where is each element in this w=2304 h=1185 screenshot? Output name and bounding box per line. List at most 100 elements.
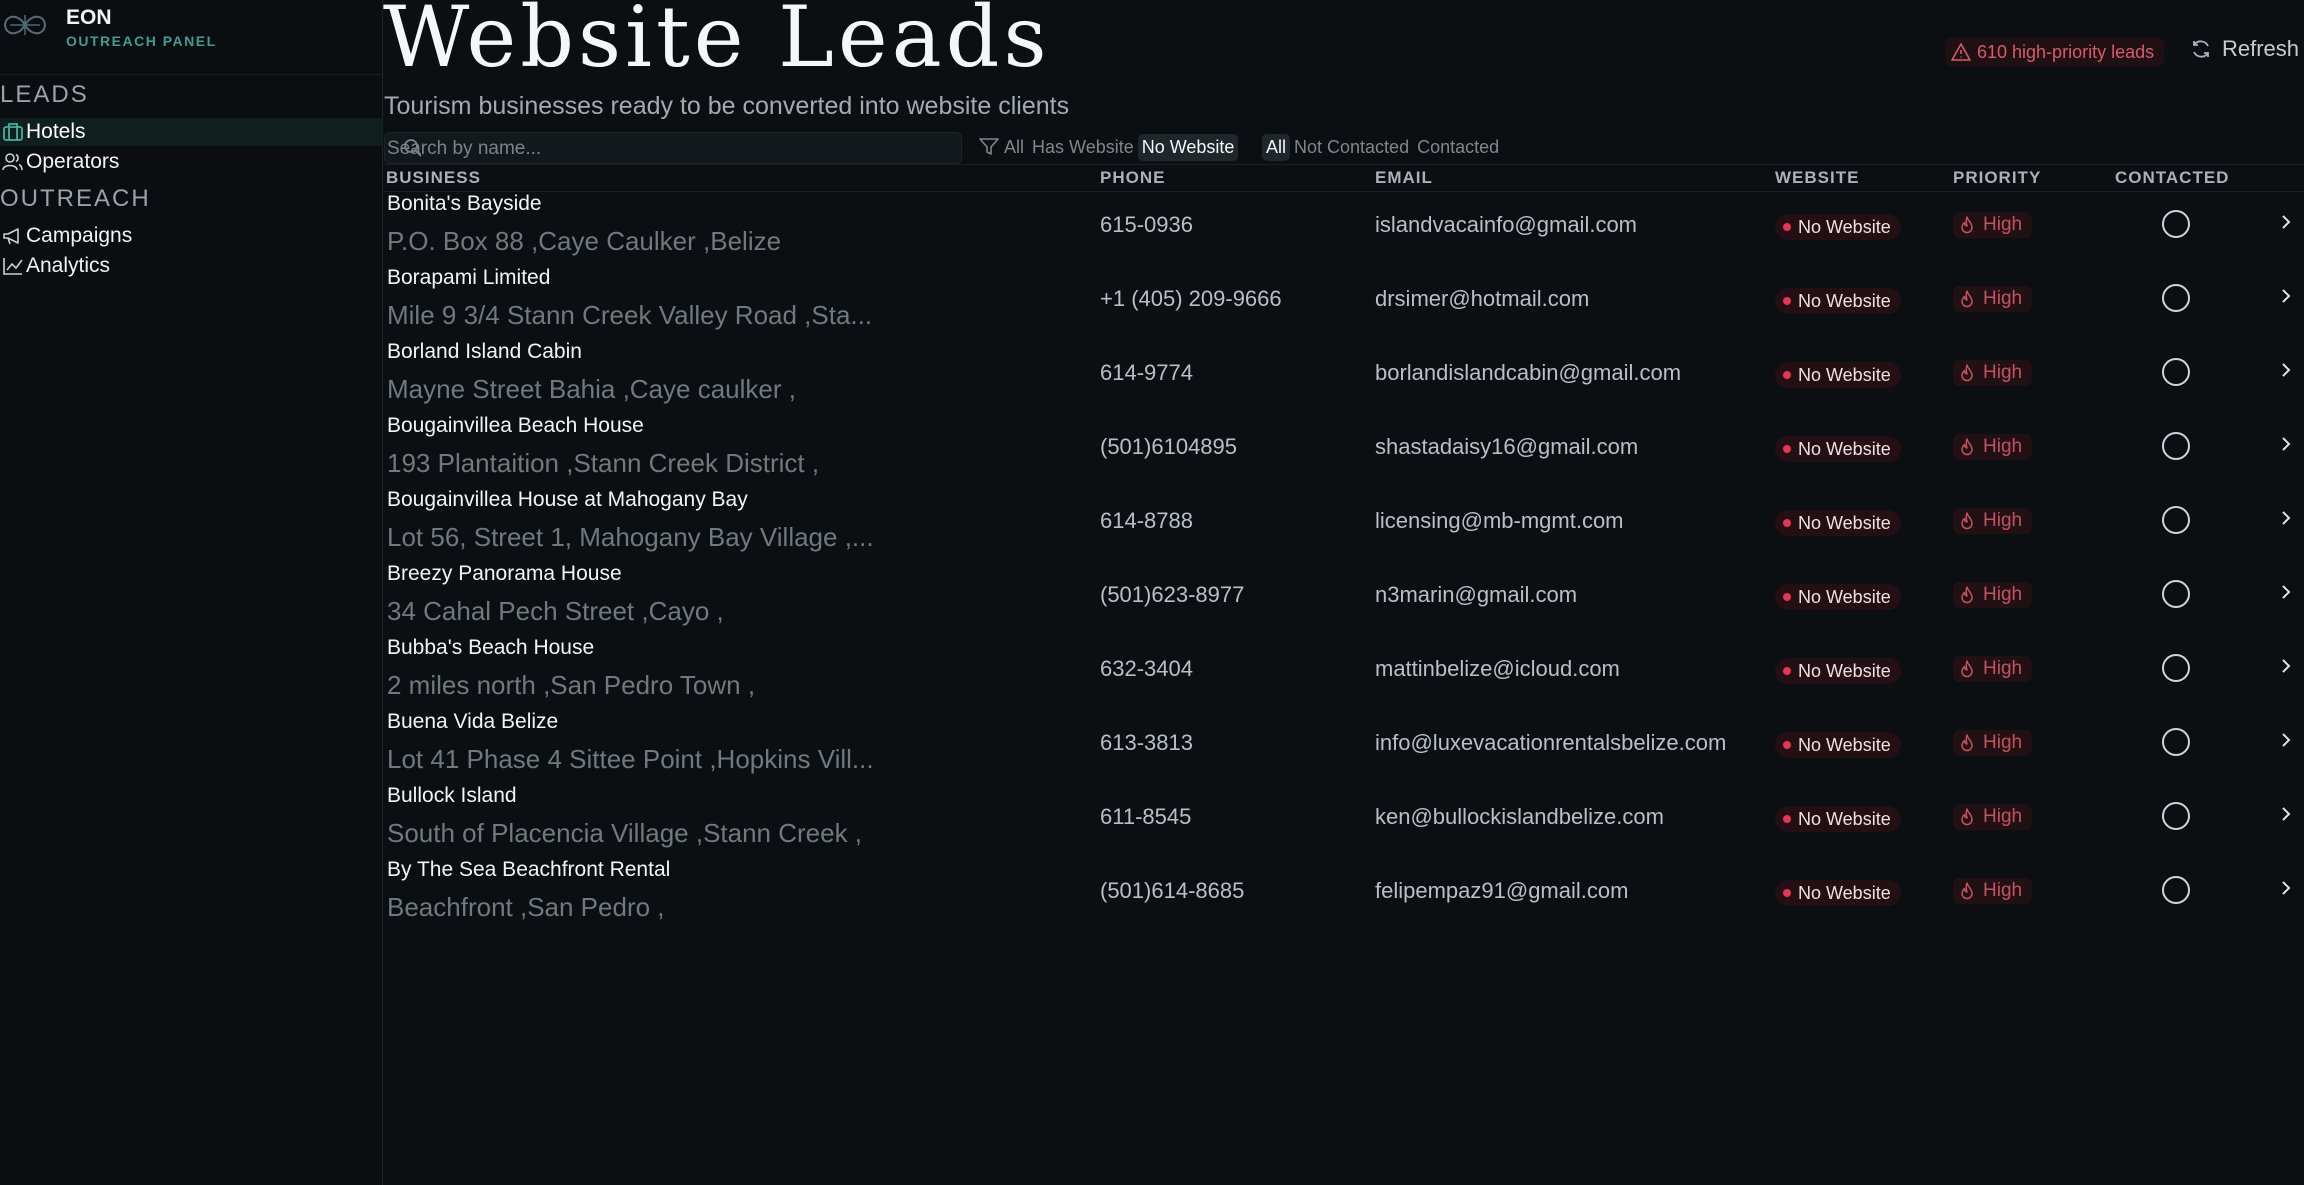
phone-cell: (501)623-8977 (1100, 582, 1245, 607)
filter-not-contacted[interactable]: Not Contacted (1290, 134, 1413, 161)
business-name: Breezy Panorama House (387, 562, 622, 585)
chevron-right-icon[interactable] (2279, 358, 2293, 382)
table-row[interactable]: Borapami Limited Mile 9 3/4 Stann Creek V… (383, 266, 2304, 340)
website-status-text: No Website (1798, 660, 1891, 681)
business-name: Bougainvillea Beach House (387, 414, 644, 437)
sidebar-item-operators[interactable]: Operators (0, 148, 382, 176)
refresh-label: Refresh (2222, 36, 2300, 61)
website-status-text: No Website (1798, 290, 1891, 311)
business-address: Lot 56, Street 1, Mahogany Bay Village ,… (387, 522, 874, 552)
business-name: Borland Island Cabin (387, 340, 582, 363)
priority-text: High (1983, 880, 2023, 901)
contacted-toggle[interactable] (2162, 728, 2190, 756)
sidebar-item-label: Campaigns (26, 224, 133, 247)
flame-icon (1961, 586, 1973, 604)
table-row[interactable]: Buena Vida Belize Lot 41 Phase 4 Sittee P… (383, 710, 2304, 784)
email-cell: drsimer@hotmail.com (1375, 286, 1590, 311)
high-priority-alert-badge: 610 high-priority leads (1945, 37, 2165, 67)
flame-icon (1961, 808, 1973, 826)
status-dot (1783, 667, 1791, 675)
users-icon (0, 150, 26, 174)
column-header-priority[interactable]: PRIORITY (1953, 168, 2041, 188)
flame-icon (1961, 290, 1973, 308)
contacted-toggle[interactable] (2162, 284, 2190, 312)
chevron-right-icon[interactable] (2279, 728, 2293, 752)
table-row[interactable]: Bougainvillea House at Mahogany Bay Lot 5… (383, 488, 2304, 562)
column-header-email[interactable]: EMAIL (1375, 168, 1433, 188)
chevron-right-icon[interactable] (2279, 802, 2293, 826)
filter-no-website[interactable]: No Website (1137, 133, 1239, 161)
priority-badge: High (1953, 360, 2033, 386)
table-row[interactable]: Bubba's Beach House 2 miles north ,San Pe… (383, 636, 2304, 710)
column-header-phone[interactable]: PHONE (1100, 168, 1165, 188)
business-address: South of Placencia Village ,Stann Creek … (387, 818, 863, 848)
sidebar-section-leads: LEADS (0, 81, 89, 108)
column-header-contacted[interactable]: CONTACTED (2115, 168, 2229, 188)
business-address: 193 Plantaition ,Stann Creek District , (387, 448, 820, 478)
chevron-right-icon[interactable] (2279, 580, 2293, 604)
email-cell: mattinbelize@icloud.com (1375, 656, 1620, 681)
chevron-right-icon[interactable] (2279, 654, 2293, 678)
priority-text: High (1983, 806, 2023, 827)
sidebar-item-label: Analytics (26, 254, 111, 277)
warning-icon (1951, 43, 1971, 61)
phone-cell: (501)614-8685 (1100, 878, 1245, 903)
business-address: Beachfront ,San Pedro , (387, 892, 665, 922)
chevron-right-icon[interactable] (2279, 876, 2293, 900)
business-address: P.O. Box 88 ,Caye Caulker ,Belize (387, 226, 782, 256)
column-header-website[interactable]: WEBSITE (1775, 168, 1859, 188)
sidebar-section-outreach: OUTREACH (0, 185, 151, 212)
business-name: Borapami Limited (387, 266, 551, 289)
email-cell: borlandislandcabin@gmail.com (1375, 360, 1682, 385)
filter-contact-all[interactable]: All (1262, 133, 1291, 161)
column-header-business[interactable]: BUSINESS (386, 168, 481, 188)
table-row[interactable]: Breezy Panorama House 34 Cahal Pech Stree… (383, 562, 2304, 636)
business-address: 2 miles north ,San Pedro Town , (387, 670, 756, 700)
table-row[interactable]: Bonita's Bayside P.O. Box 88 ,Caye Caulke… (383, 192, 2304, 266)
sidebar-item-hotels[interactable]: Hotels (0, 118, 382, 146)
chevron-right-icon[interactable] (2279, 210, 2293, 234)
priority-text: High (1983, 510, 2023, 531)
phone-cell: (501)6104895 (1100, 434, 1238, 459)
search-input[interactable] (385, 133, 949, 165)
table-row[interactable]: Bougainvillea Beach House 193 Plantaition… (383, 414, 2304, 488)
contacted-toggle[interactable] (2162, 210, 2190, 238)
contacted-toggle[interactable] (2162, 876, 2190, 904)
contacted-toggle[interactable] (2162, 654, 2190, 682)
table-row[interactable]: By The Sea Beachfront Rental Beachfront ,… (383, 858, 2304, 932)
email-cell: shastadaisy16@gmail.com (1375, 434, 1639, 459)
filter-website-all[interactable]: All (1000, 134, 1028, 161)
chevron-right-icon[interactable] (2279, 432, 2293, 456)
business-name: Bonita's Bayside (387, 192, 542, 215)
contacted-toggle[interactable] (2162, 432, 2190, 460)
phone-cell: 632-3404 (1100, 656, 1193, 681)
priority-text: High (1983, 584, 2023, 605)
table-row[interactable]: Borland Island Cabin Mayne Street Bahia ,… (383, 340, 2304, 414)
chevron-right-icon[interactable] (2279, 506, 2293, 530)
chevron-right-icon[interactable] (2279, 284, 2293, 308)
sidebar-item-analytics[interactable]: Analytics (0, 252, 382, 280)
filter-contacted[interactable]: Contacted (1413, 134, 1503, 161)
status-dot (1783, 741, 1791, 749)
phone-cell: 613-3813 (1100, 730, 1193, 755)
filter-icon (979, 138, 999, 155)
status-dot (1783, 371, 1791, 379)
table-row[interactable]: Bullock Island South of Placencia Village… (383, 784, 2304, 858)
website-filter: All Has Website No Website (978, 132, 1239, 162)
contacted-toggle[interactable] (2162, 580, 2190, 608)
website-status-text: No Website (1798, 808, 1891, 829)
business-name: By The Sea Beachfront Rental (387, 858, 671, 881)
filter-has-website[interactable]: Has Website (1028, 134, 1138, 161)
refresh-button[interactable]: Refresh (2190, 36, 2299, 62)
website-status-text: No Website (1798, 512, 1891, 533)
contacted-toggle[interactable] (2162, 506, 2190, 534)
page-subtitle: Tourism businesses ready to be converted… (384, 92, 1070, 120)
flame-icon (1961, 660, 1973, 678)
flame-icon (1961, 734, 1973, 752)
phone-cell: 614-9774 (1100, 360, 1193, 385)
contacted-toggle[interactable] (2162, 358, 2190, 386)
contacted-toggle[interactable] (2162, 802, 2190, 830)
sidebar-item-campaigns[interactable]: Campaigns (0, 222, 382, 250)
priority-text: High (1983, 732, 2023, 753)
phone-cell: +1 (405) 209-9666 (1100, 286, 1282, 311)
